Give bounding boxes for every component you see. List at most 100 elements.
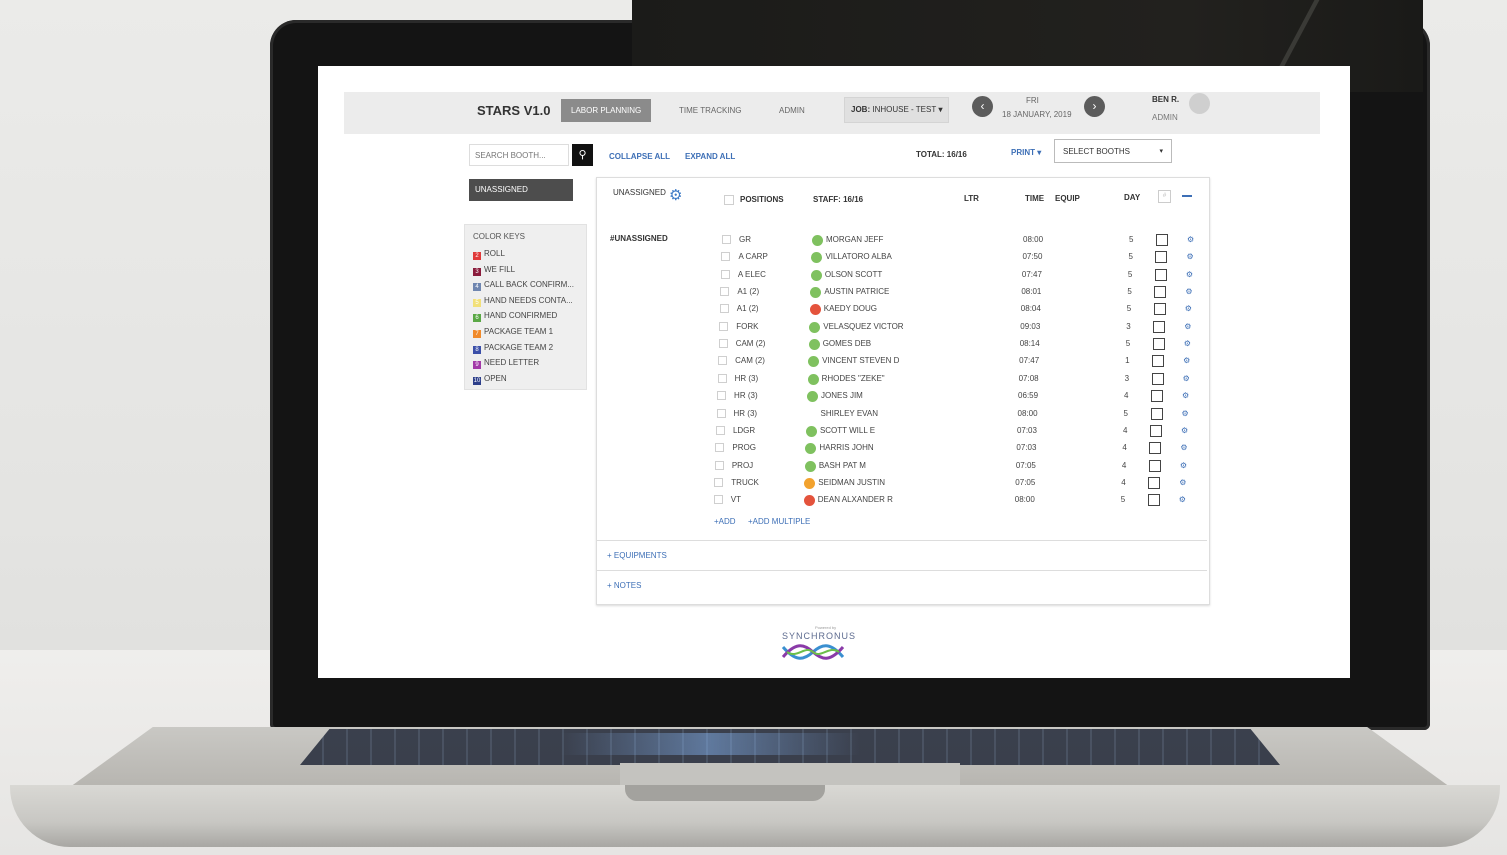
table-row[interactable]: FORK VELASQUEZ VICTOR 09:03 3 ⚙ bbox=[318, 320, 1350, 338]
row-select-box[interactable] bbox=[1153, 303, 1166, 316]
staff-name-cell[interactable]: BASH PAT M bbox=[819, 460, 866, 472]
table-row[interactable]: A1 (2) AUSTIN PATRICE 08:01 5 ⚙ bbox=[318, 286, 1350, 303]
table-row[interactable]: PROG HARRIS JOHN 07:03 4 ⚙ bbox=[318, 442, 1350, 459]
row-select-box[interactable] bbox=[1154, 268, 1167, 281]
equipments-section[interactable]: + EQUIPMENTS bbox=[597, 540, 1207, 570]
row-select-box[interactable] bbox=[1152, 338, 1165, 351]
table-row[interactable]: HR (3) JONES JIM 06:59 4 ⚙ bbox=[318, 390, 1350, 407]
gear-icon[interactable]: ⚙ bbox=[1184, 338, 1191, 350]
row-checkbox[interactable] bbox=[714, 460, 724, 470]
table-row[interactable]: TRUCK SEIDMAN JUSTIN 07:05 4 ⚙ bbox=[318, 476, 1350, 494]
staff-name-cell[interactable]: SEIDMAN JUSTIN bbox=[818, 477, 885, 489]
table-row[interactable]: A CARP VILLATORO ALBA 07:50 5 ⚙ bbox=[318, 251, 1350, 268]
staff-name-cell[interactable]: AUSTIN PATRICE bbox=[824, 286, 889, 298]
prev-date-button[interactable]: ‹ bbox=[972, 96, 993, 117]
staff-name-cell[interactable]: JONES JIM bbox=[821, 390, 863, 402]
row-checkbox[interactable] bbox=[718, 356, 728, 366]
job-select[interactable]: JOB: INHOUSE - TEST ▾ bbox=[844, 97, 950, 123]
avatar[interactable] bbox=[1189, 93, 1210, 114]
row-select-box[interactable] bbox=[1154, 286, 1167, 299]
gear-icon[interactable]: ⚙ bbox=[1180, 442, 1187, 454]
table-row[interactable]: HR (3) RHODES "ZEKE" 07:08 3 ⚙ bbox=[318, 372, 1350, 390]
tab-time-tracking[interactable]: TIME TRACKING bbox=[669, 99, 752, 122]
gear-icon[interactable]: ⚙ bbox=[1183, 373, 1190, 385]
gear-icon[interactable]: ⚙ bbox=[1185, 303, 1192, 315]
table-row[interactable]: CAM (2) VINCENT STEVEN D 07:47 1 ⚙ bbox=[318, 355, 1350, 372]
staff-name-cell[interactable]: KAEDY DOUG bbox=[824, 303, 877, 315]
row-select-box[interactable] bbox=[1152, 355, 1165, 368]
staff-name-cell[interactable]: DEAN ALXANDER R bbox=[818, 494, 893, 506]
row-checkbox[interactable] bbox=[720, 287, 730, 297]
user-name[interactable]: BEN R. bbox=[1152, 95, 1179, 104]
search-button[interactable]: ⚲ bbox=[572, 144, 593, 166]
staff-name-cell[interactable]: SCOTT WILL E bbox=[820, 425, 875, 437]
row-checkbox[interactable] bbox=[714, 477, 724, 487]
expand-all-link[interactable]: EXPAND ALL bbox=[685, 152, 735, 161]
row-select-box[interactable] bbox=[1155, 251, 1168, 264]
row-select-box[interactable] bbox=[1150, 407, 1163, 420]
row-select-box[interactable] bbox=[1151, 372, 1164, 385]
row-select-box[interactable] bbox=[1149, 442, 1162, 455]
staff-name-cell[interactable]: HARRIS JOHN bbox=[819, 442, 873, 454]
table-row[interactable]: VT DEAN ALXANDER R 08:00 5 ⚙ bbox=[318, 494, 1350, 511]
add-multiple-link[interactable]: +ADD MULTIPLE bbox=[748, 517, 810, 526]
notes-section[interactable]: + NOTES bbox=[597, 570, 1207, 600]
table-row[interactable]: A1 (2) KAEDY DOUG 08:04 5 ⚙ bbox=[318, 303, 1350, 320]
staff-name-cell[interactable]: SHIRLEY EVAN bbox=[821, 408, 879, 420]
staff-name-cell[interactable]: VELASQUEZ VICTOR bbox=[823, 321, 903, 333]
tab-labor-planning[interactable]: LABOR PLANNING bbox=[561, 99, 652, 122]
gear-icon[interactable]: ⚙ bbox=[1186, 251, 1193, 263]
select-booths-dropdown[interactable]: SELECT BOOTHS ▾ bbox=[1054, 139, 1172, 163]
table-row[interactable]: HR (3) SHIRLEY EVAN 08:00 5 ⚙ bbox=[318, 407, 1350, 425]
row-checkbox[interactable] bbox=[721, 252, 731, 262]
gear-icon[interactable]: ⚙ bbox=[1180, 460, 1187, 472]
gear-icon[interactable]: ⚙ bbox=[1179, 494, 1186, 506]
gear-icon[interactable]: ⚙ bbox=[1179, 477, 1186, 489]
staff-name-cell[interactable]: VILLATORO ALBA bbox=[825, 251, 891, 263]
add-link[interactable]: +ADD bbox=[714, 517, 736, 526]
row-select-box[interactable] bbox=[1156, 234, 1168, 246]
table-row[interactable]: LDGR SCOTT WILL E 07:03 4 ⚙ bbox=[318, 424, 1350, 442]
gear-icon[interactable]: ⚙ bbox=[669, 186, 682, 204]
row-select-box[interactable] bbox=[1151, 390, 1164, 403]
select-all-checkbox[interactable] bbox=[724, 195, 734, 205]
collapse-all-link[interactable]: COLLAPSE ALL bbox=[609, 152, 670, 161]
table-row[interactable]: CAM (2) GOMES DEB 08:14 5 ⚙ bbox=[318, 338, 1350, 355]
staff-name-cell[interactable]: VINCENT STEVEN D bbox=[822, 355, 899, 367]
gear-icon[interactable]: ⚙ bbox=[1186, 269, 1193, 281]
column-toggle-button[interactable]: # bbox=[1158, 190, 1171, 203]
print-menu[interactable]: PRINT ▾ bbox=[1011, 148, 1041, 157]
unassigned-filter-button[interactable]: UNASSIGNED bbox=[469, 179, 573, 201]
gear-icon[interactable]: ⚙ bbox=[1182, 408, 1189, 420]
staff-name-cell[interactable]: OLSON SCOTT bbox=[825, 269, 882, 281]
next-date-button[interactable]: › bbox=[1084, 96, 1105, 117]
tab-admin[interactable]: ADMIN bbox=[769, 99, 815, 122]
row-checkbox[interactable] bbox=[719, 321, 729, 331]
row-select-box[interactable] bbox=[1148, 459, 1161, 472]
gear-icon[interactable]: ⚙ bbox=[1181, 425, 1188, 437]
row-checkbox[interactable] bbox=[719, 304, 729, 314]
row-checkbox[interactable] bbox=[713, 495, 723, 505]
staff-name-cell[interactable]: MORGAN JEFF bbox=[826, 234, 883, 246]
staff-name-cell[interactable]: GOMES DEB bbox=[823, 338, 871, 350]
collapse-minus-icon[interactable] bbox=[1182, 195, 1192, 197]
gear-icon[interactable]: ⚙ bbox=[1185, 286, 1192, 298]
table-row[interactable]: GR MORGAN JEFF 08:00 5 ⚙ bbox=[318, 234, 1350, 251]
gear-icon[interactable]: ⚙ bbox=[1184, 321, 1191, 333]
row-select-box[interactable] bbox=[1147, 494, 1160, 507]
row-select-box[interactable] bbox=[1148, 476, 1161, 489]
row-checkbox[interactable] bbox=[717, 373, 727, 383]
gear-icon[interactable]: ⚙ bbox=[1187, 234, 1194, 246]
gear-icon[interactable]: ⚙ bbox=[1182, 390, 1189, 402]
row-select-box[interactable] bbox=[1153, 320, 1166, 333]
staff-name-cell[interactable]: RHODES "ZEKE" bbox=[822, 373, 885, 385]
row-checkbox[interactable] bbox=[720, 269, 730, 279]
row-select-box[interactable] bbox=[1149, 424, 1162, 437]
table-row[interactable]: PROJ BASH PAT M 07:05 4 ⚙ bbox=[318, 459, 1350, 477]
row-checkbox[interactable] bbox=[715, 443, 725, 453]
row-checkbox[interactable] bbox=[716, 408, 726, 418]
gear-icon[interactable]: ⚙ bbox=[1183, 355, 1190, 367]
table-row[interactable]: A ELEC OLSON SCOTT 07:47 5 ⚙ bbox=[318, 268, 1350, 286]
row-checkbox[interactable] bbox=[717, 391, 727, 401]
row-checkbox[interactable] bbox=[715, 425, 725, 435]
